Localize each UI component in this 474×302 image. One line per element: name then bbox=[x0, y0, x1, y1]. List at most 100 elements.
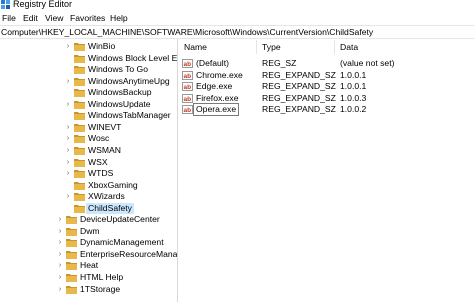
tree-item-label: 1TStorage bbox=[80, 283, 121, 294]
address-bar[interactable]: Computer\HKEY_LOCAL_MACHINE\SOFTWARE\Mic… bbox=[0, 25, 474, 39]
value-name: (Default) bbox=[196, 58, 229, 68]
value-data: 1.0.0.1 bbox=[340, 81, 367, 92]
tree-item[interactable]: › HTML Help bbox=[56, 272, 177, 283]
tree-item-label: DeviceUpdateCenter bbox=[80, 214, 160, 225]
folder-icon bbox=[74, 65, 85, 75]
chevron-right-icon[interactable]: › bbox=[64, 41, 72, 52]
tree-item-label: ChildSafety bbox=[86, 202, 134, 214]
address-path[interactable]: Computer\HKEY_LOCAL_MACHINE\SOFTWARE\Mic… bbox=[1, 27, 373, 37]
window-title: Registry Editor bbox=[13, 0, 73, 9]
value-list[interactable]: Name Type Data ab (Default) REG_SZ (value n… bbox=[180, 39, 474, 302]
tree-item[interactable]: XboxGaming bbox=[64, 180, 177, 191]
chevron-right-icon[interactable]: › bbox=[56, 272, 64, 283]
chevron-right-icon[interactable]: › bbox=[56, 226, 64, 237]
tree-item[interactable]: › WindowsUpdate bbox=[64, 99, 177, 110]
value-row[interactable]: ab (Default) REG_SZ (value not set) bbox=[180, 58, 474, 69]
chevron-right-icon[interactable]: › bbox=[64, 133, 72, 144]
folder-icon bbox=[74, 146, 85, 155]
value-type: REG_EXPAND_SZ bbox=[262, 92, 336, 103]
value-data: 1.0.0.1 bbox=[340, 69, 367, 80]
value-name: Edge.exe bbox=[196, 81, 233, 92]
value-row[interactable]: ab Chrome.exe REG_EXPAND_SZ 1.0.0.1 bbox=[180, 70, 474, 81]
menu-help[interactable]: Help bbox=[110, 13, 128, 23]
chevron-right-icon[interactable]: › bbox=[56, 284, 64, 295]
value-type: REG_EXPAND_SZ bbox=[262, 69, 336, 80]
value-row[interactable]: ab Opera.exe REG_EXPAND_SZ 1.0.0.2 bbox=[180, 103, 474, 117]
tree-item[interactable]: › DynamicManagement bbox=[56, 237, 177, 248]
tree-item[interactable]: › EnterpriseResourceManag bbox=[56, 249, 177, 260]
chevron-right-icon[interactable]: › bbox=[64, 122, 72, 133]
chevron-right-icon[interactable]: › bbox=[64, 145, 72, 156]
chevron-right-icon[interactable]: › bbox=[56, 214, 64, 225]
tree-item[interactable]: › Heat bbox=[56, 260, 177, 271]
folder-icon bbox=[74, 169, 85, 179]
tree-item-label: XWizards bbox=[88, 191, 125, 202]
column-header-type[interactable]: Type bbox=[262, 42, 281, 52]
tree-item-label: WindowsUpdate bbox=[88, 98, 151, 109]
title-bar: Registry Editor bbox=[0, 0, 474, 12]
folder-icon bbox=[66, 261, 77, 271]
column-divider[interactable] bbox=[256, 40, 257, 54]
tree-item[interactable]: › WSMAN bbox=[64, 145, 177, 156]
tree-item[interactable]: WindowsBackup bbox=[64, 87, 177, 98]
folder-icon bbox=[74, 204, 85, 213]
tree-item-label: Dwm bbox=[80, 225, 100, 236]
tree-item[interactable]: › 1TStorage bbox=[56, 284, 177, 295]
tree-item[interactable]: › Wosc bbox=[64, 133, 177, 144]
folder-icon bbox=[74, 192, 85, 202]
tree-item[interactable]: › Dwm bbox=[56, 226, 177, 237]
column-header-name[interactable]: Name bbox=[184, 42, 207, 52]
menu-edit[interactable]: Edit bbox=[23, 13, 38, 23]
folder-icon bbox=[66, 273, 77, 282]
tree-item[interactable]: › WINEVT bbox=[64, 122, 177, 133]
chevron-right-icon[interactable]: › bbox=[56, 237, 64, 248]
tree-item[interactable]: WindowsTabManager bbox=[64, 110, 177, 121]
value-data: (value not set) bbox=[340, 58, 395, 68]
chevron-right-icon[interactable]: › bbox=[56, 249, 64, 260]
tree-item-label: Windows Block Level E bbox=[88, 52, 177, 63]
string-value-icon: ab bbox=[182, 93, 193, 103]
tree-item[interactable]: › WindowsAnytimeUpg bbox=[64, 76, 177, 87]
folder-icon bbox=[66, 227, 77, 236]
tree-item-label: WindowsAnytimeUpg bbox=[88, 75, 170, 86]
value-name: Chrome.exe bbox=[196, 69, 243, 80]
tree-item-label: WSX bbox=[88, 156, 108, 167]
tree-item[interactable]: › WTDS bbox=[64, 168, 177, 179]
string-value-icon: ab bbox=[182, 70, 193, 80]
folder-icon bbox=[74, 134, 85, 144]
tree-item-label: WINEVT bbox=[88, 121, 122, 132]
tree-item[interactable]: Windows Block Level E bbox=[64, 53, 177, 64]
tree-item[interactable]: ChildSafety bbox=[64, 202, 177, 214]
value-row[interactable]: ab Firefox.exe REG_EXPAND_SZ 1.0.0.3 bbox=[180, 93, 474, 104]
chevron-right-icon[interactable]: › bbox=[64, 157, 72, 168]
svg-text:ab: ab bbox=[184, 84, 192, 91]
tree-item[interactable]: Windows To Go bbox=[64, 64, 177, 75]
menu-favorites[interactable]: Favorites bbox=[70, 13, 105, 23]
chevron-right-icon[interactable]: › bbox=[64, 168, 72, 179]
tree-item-label: WindowsTabManager bbox=[88, 110, 171, 121]
menu-view[interactable]: View bbox=[45, 13, 63, 23]
column-header-data[interactable]: Data bbox=[340, 42, 358, 52]
chevron-right-icon[interactable]: › bbox=[64, 191, 72, 202]
menu-file[interactable]: File bbox=[2, 13, 16, 23]
value-row[interactable]: ab Edge.exe REG_EXPAND_SZ 1.0.0.1 bbox=[180, 81, 474, 92]
chevron-right-icon[interactable]: › bbox=[64, 76, 72, 87]
svg-text:ab: ab bbox=[184, 73, 192, 80]
value-data: 1.0.0.3 bbox=[340, 92, 367, 103]
value-data: 1.0.0.2 bbox=[340, 104, 367, 115]
tree-item[interactable]: › DeviceUpdateCenter bbox=[56, 214, 177, 225]
menu-bar: File Edit View Favorites Help bbox=[0, 12, 474, 25]
chevron-right-icon[interactable]: › bbox=[56, 260, 64, 271]
tree-item[interactable]: › XWizards bbox=[64, 191, 177, 202]
tree-item[interactable]: › WSX bbox=[64, 157, 177, 168]
folder-icon bbox=[74, 123, 85, 132]
folder-icon bbox=[74, 42, 85, 51]
key-tree[interactable]: › WinBio Windows Block Level E Windows To G… bbox=[0, 39, 177, 302]
column-divider[interactable] bbox=[334, 40, 335, 54]
folder-icon bbox=[74, 181, 85, 190]
chevron-right-icon[interactable]: › bbox=[64, 99, 72, 110]
tree-item[interactable]: › WinBio bbox=[64, 41, 177, 52]
